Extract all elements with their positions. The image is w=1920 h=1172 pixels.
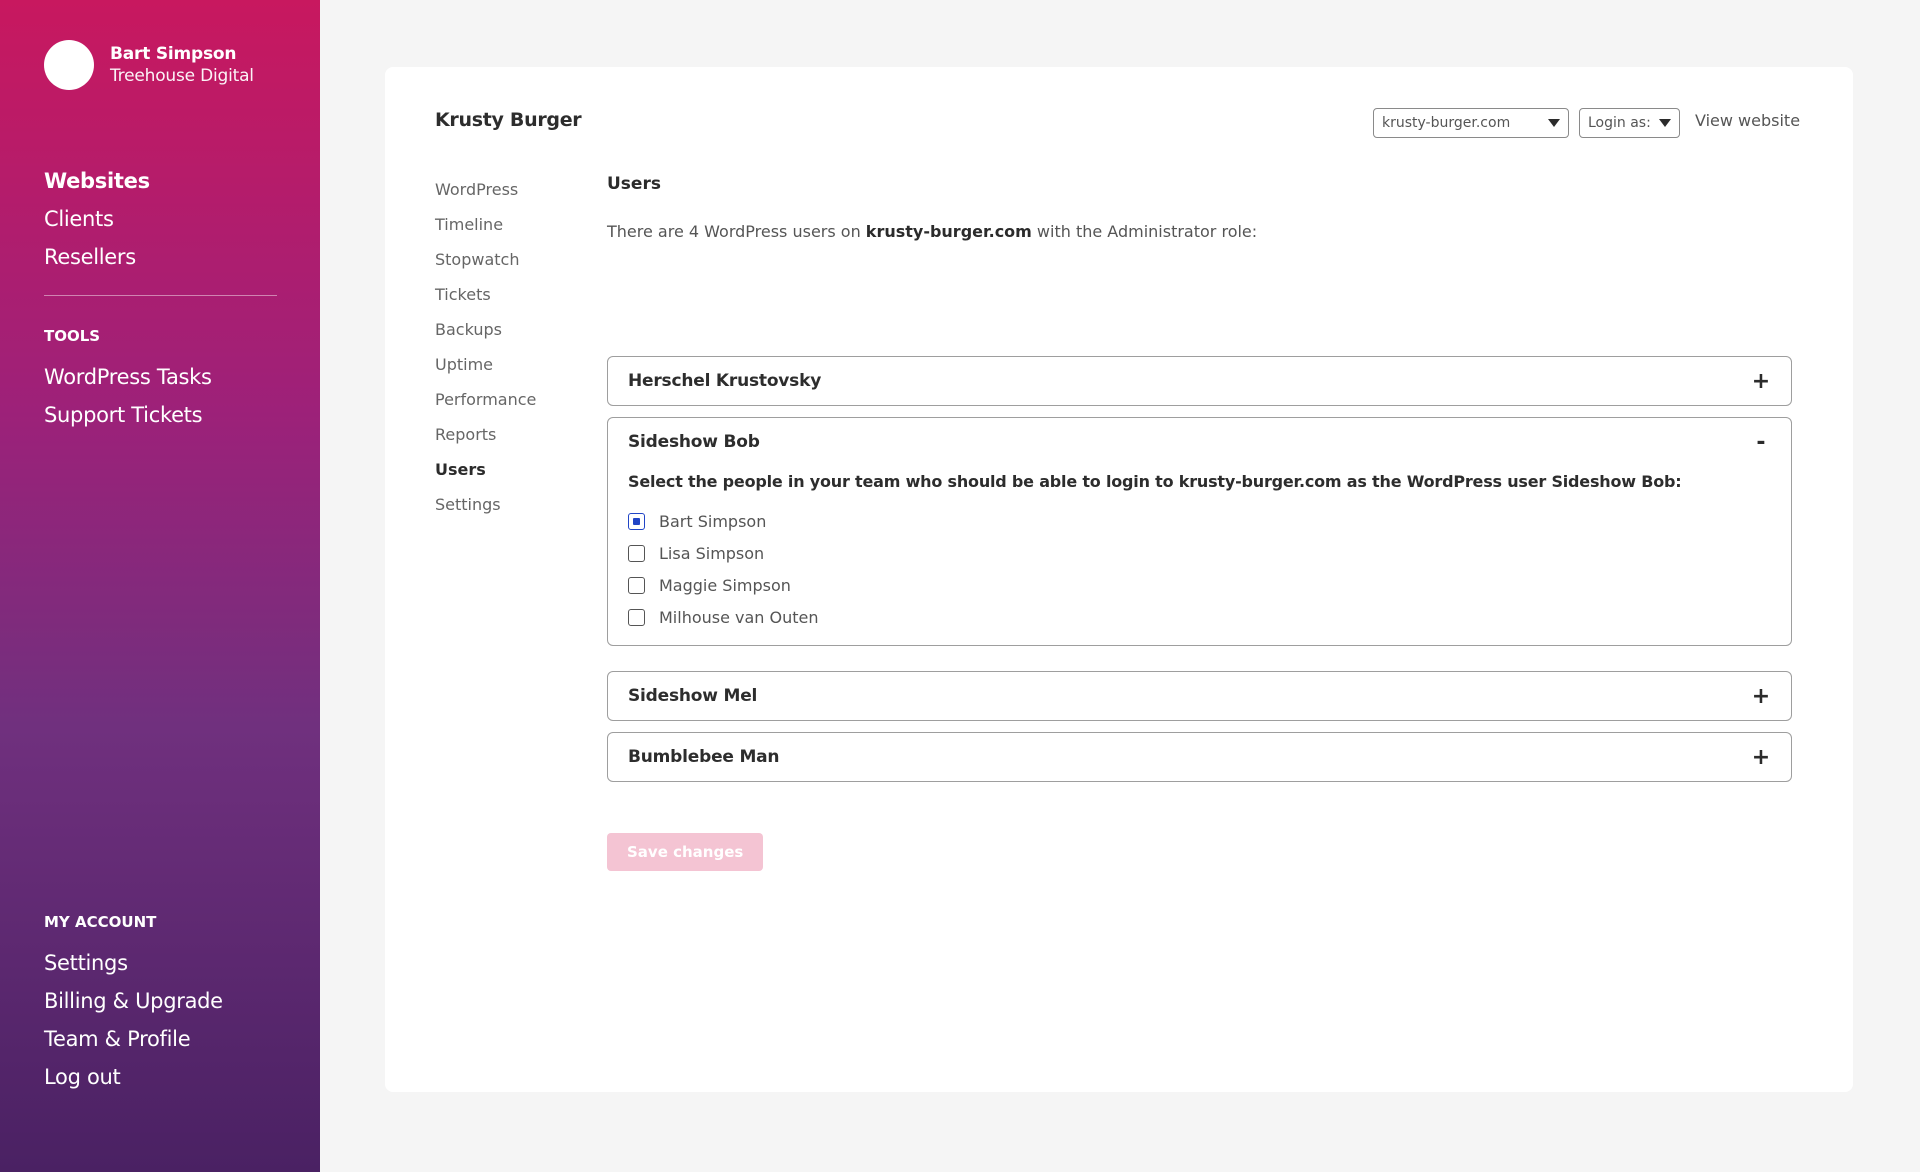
wp-user-name: Herschel Krustovsky — [628, 371, 822, 391]
team-member-label: Bart Simpson — [659, 511, 767, 531]
domain-select[interactable]: krusty-burger.com — [1373, 108, 1569, 138]
profile-name: Bart Simpson — [110, 44, 237, 64]
subnav-tickets[interactable]: Tickets — [435, 277, 536, 312]
accordion-header[interactable]: Sideshow Mel + — [608, 672, 1791, 720]
main-nav: Websites Clients Resellers — [44, 162, 150, 276]
subnav-wordpress[interactable]: WordPress — [435, 172, 536, 207]
team-member-option[interactable]: Lisa Simpson — [628, 537, 1771, 569]
login-as-select[interactable]: Login as: — [1579, 108, 1680, 138]
nav-wordpress-tasks[interactable]: WordPress Tasks — [44, 358, 212, 396]
team-member-label: Milhouse van Outen — [659, 607, 819, 627]
subnav-timeline[interactable]: Timeline — [435, 207, 536, 242]
accordion-body: Select the people in your team who shoul… — [608, 466, 1791, 645]
profile[interactable]: Bart Simpson Treehouse Digital — [44, 40, 254, 90]
page-title: Krusty Burger — [435, 109, 582, 131]
users-panel: Users There are 4 WordPress users on kru… — [607, 174, 1792, 871]
user-accordion: Bumblebee Man + — [607, 732, 1792, 782]
team-member-option[interactable]: Maggie Simpson — [628, 569, 1771, 601]
sidebar-divider — [44, 295, 277, 296]
nav-resellers[interactable]: Resellers — [44, 238, 150, 276]
subnav-users[interactable]: Users — [435, 452, 536, 487]
access-description: Select the people in your team who shoul… — [628, 472, 1682, 491]
plus-icon[interactable]: + — [1751, 369, 1771, 394]
subnav-performance[interactable]: Performance — [435, 382, 536, 417]
save-changes-button[interactable]: Save changes — [607, 833, 764, 871]
team-member-option[interactable]: Bart Simpson — [628, 505, 1771, 537]
subnav-backups[interactable]: Backups — [435, 312, 536, 347]
team-member-option[interactable]: Milhouse van Outen — [628, 601, 1771, 633]
nav-log-out[interactable]: Log out — [44, 1058, 223, 1096]
plus-icon[interactable]: + — [1751, 684, 1771, 709]
nav-support-tickets[interactable]: Support Tickets — [44, 396, 212, 434]
accordion-header[interactable]: Bumblebee Man + — [608, 733, 1791, 781]
checkbox-checked[interactable] — [628, 512, 645, 530]
account-heading: MY ACCOUNT — [44, 913, 157, 931]
wp-user-name: Sideshow Mel — [628, 686, 758, 706]
tools-heading: TOOLS — [44, 327, 101, 345]
site-subnav: WordPress Timeline Stopwatch Tickets Bac… — [435, 172, 536, 522]
domain-select-value: krusty-burger.com — [1382, 115, 1511, 131]
wp-user-name: Bumblebee Man — [628, 747, 780, 767]
subnav-stopwatch[interactable]: Stopwatch — [435, 242, 536, 277]
user-accordion: Sideshow Bob - Select the people in your… — [607, 417, 1792, 646]
nav-billing-upgrade[interactable]: Billing & Upgrade — [44, 982, 223, 1020]
check-mark-icon — [633, 517, 640, 525]
users-intro: There are 4 WordPress users on krusty-bu… — [607, 222, 1792, 241]
main-card: Krusty Burger krusty-burger.com Login as… — [385, 67, 1853, 1092]
nav-websites[interactable]: Websites — [44, 162, 150, 200]
nav-clients[interactable]: Clients — [44, 200, 150, 238]
subnav-settings[interactable]: Settings — [435, 487, 536, 522]
nav-team-profile[interactable]: Team & Profile — [44, 1020, 223, 1058]
avatar — [44, 40, 94, 90]
accordion-header[interactable]: Herschel Krustovsky + — [608, 357, 1791, 405]
tools-nav: WordPress Tasks Support Tickets — [44, 358, 212, 434]
minus-icon[interactable]: - — [1751, 430, 1771, 455]
intro-prefix: There are 4 WordPress users on — [607, 222, 866, 241]
chevron-down-icon — [1548, 119, 1560, 127]
intro-suffix: with the Administrator role: — [1031, 222, 1258, 241]
team-member-label: Lisa Simpson — [659, 543, 765, 563]
section-title: Users — [607, 174, 661, 194]
profile-company: Treehouse Digital — [110, 66, 254, 86]
wp-user-name: Sideshow Bob — [628, 432, 760, 452]
checkbox[interactable] — [628, 544, 645, 562]
plus-icon[interactable]: + — [1751, 745, 1771, 770]
intro-domain: krusty-burger.com — [865, 222, 1032, 241]
team-member-label: Maggie Simpson — [659, 575, 791, 595]
subnav-uptime[interactable]: Uptime — [435, 347, 536, 382]
login-as-select-value: Login as: — [1588, 115, 1651, 131]
checkbox[interactable] — [628, 608, 645, 626]
account-nav: Settings Billing & Upgrade Team & Profil… — [44, 944, 223, 1096]
user-accordion: Sideshow Mel + — [607, 671, 1792, 721]
accordion-header[interactable]: Sideshow Bob - — [608, 418, 1791, 466]
subnav-reports[interactable]: Reports — [435, 417, 536, 452]
chevron-down-icon — [1659, 119, 1671, 127]
sidebar: Bart Simpson Treehouse Digital Websites … — [0, 0, 320, 1172]
view-website-link[interactable]: View website — [1695, 111, 1800, 130]
checkbox[interactable] — [628, 576, 645, 594]
nav-settings[interactable]: Settings — [44, 944, 223, 982]
user-accordion: Herschel Krustovsky + — [607, 356, 1792, 406]
